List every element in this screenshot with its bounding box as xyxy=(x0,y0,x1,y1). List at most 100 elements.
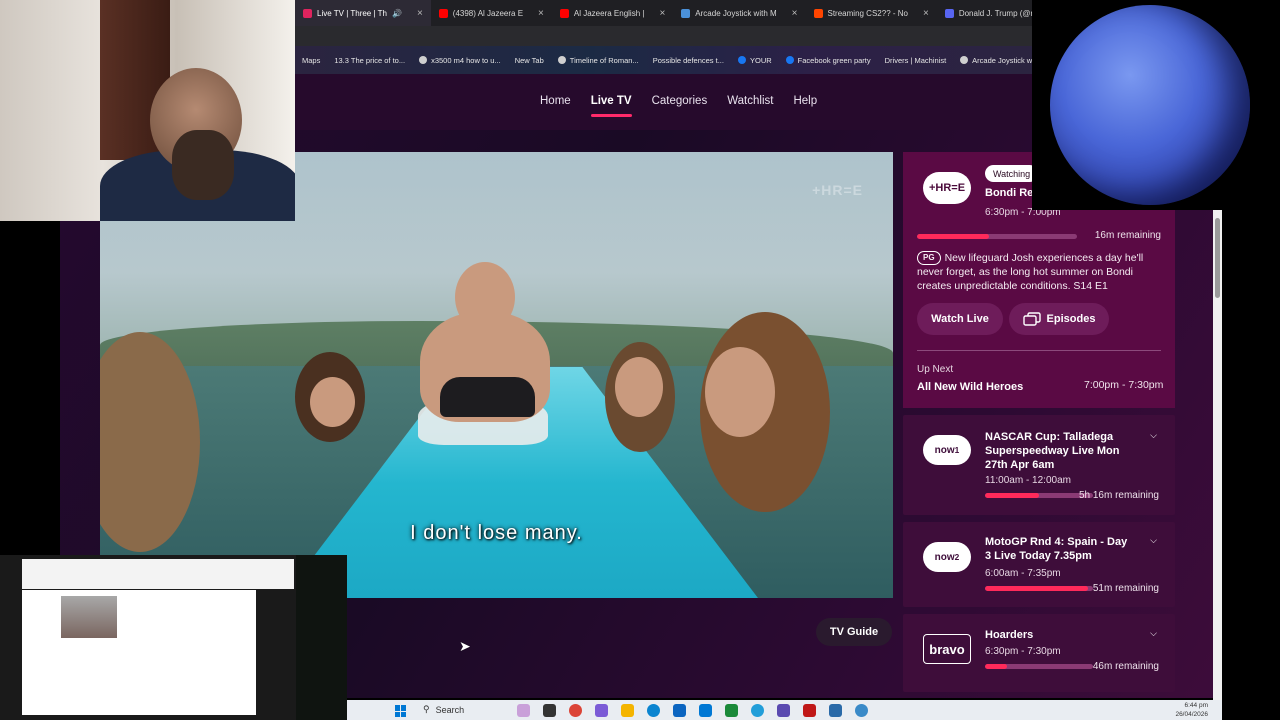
app-icon[interactable] xyxy=(777,704,790,717)
taskbar: ⚲ Search 6:44 pm 26/04/2026 xyxy=(347,700,1222,720)
browser-tab[interactable]: Streaming CS2?? - No × xyxy=(806,0,937,26)
bookmarks-bar: Maps 13.3 The price of to... x3500 m4 ho… xyxy=(295,46,1032,74)
close-tab-icon[interactable]: × xyxy=(923,8,929,19)
tab-favicon-icon xyxy=(303,8,312,18)
tab-favicon-icon xyxy=(944,8,954,18)
channel-progress xyxy=(985,586,1093,591)
nav-help[interactable]: Help xyxy=(793,95,817,107)
channel-watermark: +HR=E xyxy=(812,182,863,198)
app-icon[interactable] xyxy=(829,704,842,717)
bookmark[interactable]: Timeline of Roman... xyxy=(551,56,646,65)
episodes-icon xyxy=(1022,312,1041,326)
bookmark[interactable]: YOUR xyxy=(731,56,779,65)
nav-home[interactable]: Home xyxy=(540,95,571,107)
page-scrollbar[interactable] xyxy=(1213,210,1222,700)
description-text: New lifeguard Josh experiences a day he'… xyxy=(917,252,1144,292)
tab-label: (4398) Al Jazeera E xyxy=(452,8,524,18)
chevron-down-icon[interactable]: ⌵ xyxy=(1150,628,1157,639)
channel-card[interactable]: now 1 NASCAR Cup: Talladega Superspeedway… xyxy=(903,415,1175,515)
up-next-time: 7:00pm - 7:30pm xyxy=(1084,379,1164,391)
address-bar[interactable] xyxy=(295,26,1032,46)
file-explorer-icon[interactable] xyxy=(621,704,634,717)
webcam-person-beard xyxy=(172,130,234,200)
edge-icon[interactable] xyxy=(647,704,660,717)
tv-guide-button[interactable]: TV Guide xyxy=(816,618,892,646)
app-icon[interactable] xyxy=(855,704,868,717)
watch-live-button[interactable]: Watch Live xyxy=(917,303,1003,335)
bookmark-label: Arcade Joystick w... xyxy=(972,55,1032,65)
now-sport-logo: now 2 xyxy=(923,542,971,572)
nav-live-tv[interactable]: Live TV xyxy=(590,95,632,117)
channel-card[interactable]: now 2 MotoGP Rnd 4: Spain - Day 3 Live To… xyxy=(903,522,1175,607)
bookmark-icon xyxy=(419,56,428,64)
app-icon[interactable] xyxy=(803,704,816,717)
neptune-image xyxy=(1050,5,1250,205)
close-tab-icon[interactable]: × xyxy=(538,8,544,19)
bookmark[interactable]: Facebook green party xyxy=(779,56,878,65)
episodes-button[interactable]: Episodes xyxy=(1009,303,1109,335)
browser-tab[interactable]: Arcade Joystick with M × xyxy=(673,0,805,26)
app-icon[interactable] xyxy=(517,704,530,717)
taskbar-clock[interactable]: 6:44 pm 26/04/2026 xyxy=(1175,701,1208,719)
bookmark[interactable]: Possible defences t... xyxy=(646,56,731,65)
close-tab-icon[interactable]: × xyxy=(417,8,423,19)
chevron-down-icon[interactable]: ⌵ xyxy=(1150,535,1157,546)
tab-label: Al Jazeera English | xyxy=(573,8,645,18)
bookmark-label: Facebook green party xyxy=(797,55,871,65)
taskbar-search-label: Search xyxy=(435,704,465,715)
browser-tab[interactable]: Al Jazeera English | × xyxy=(552,0,673,26)
bookmark[interactable]: x3500 m4 how to u... xyxy=(412,56,508,65)
up-next-label: Up Next xyxy=(917,364,954,375)
chrome-icon[interactable] xyxy=(569,704,582,717)
browser-tab[interactable]: Live TV | Three | Th 🔊 × xyxy=(295,0,431,26)
bookmark[interactable]: Maps xyxy=(295,56,327,65)
browser-tab[interactable]: Donald J. Trump (@rea× xyxy=(937,0,1032,26)
chevron-down-icon[interactable]: ⌵ xyxy=(1150,430,1157,441)
tab-label: Arcade Joystick with M xyxy=(695,8,777,18)
windows-start-icon[interactable] xyxy=(395,705,407,717)
main-nav: Home Live TV Categories Watchlist Help xyxy=(540,95,817,117)
bookmark[interactable]: 13.3 The price of to... xyxy=(327,56,412,65)
logo-text: now xyxy=(934,444,955,456)
scrollbar-thumb[interactable] xyxy=(1215,218,1220,298)
tab-favicon-icon xyxy=(681,8,691,18)
logo-number: 1 xyxy=(954,445,960,455)
bookmark[interactable]: New Tab xyxy=(508,56,551,65)
mail-icon[interactable] xyxy=(673,704,686,717)
channel-progress xyxy=(985,493,1093,498)
paint-canvas xyxy=(22,590,256,715)
channel-program-time: 6:30pm - 7:30pm xyxy=(985,646,1061,657)
close-tab-icon[interactable]: × xyxy=(659,8,665,19)
girl-right-face xyxy=(705,347,775,437)
store-icon[interactable] xyxy=(699,704,712,717)
bookmark-label: YOUR xyxy=(749,55,772,65)
telegram-icon[interactable] xyxy=(751,704,764,717)
three-channel-logo: +HR=E xyxy=(923,172,971,204)
channel-program-time: 6:00am - 7:35pm xyxy=(985,568,1061,579)
app-icon[interactable] xyxy=(725,704,738,717)
browser-tab[interactable]: (4398) Al Jazeera E × xyxy=(431,0,552,26)
search-icon: ⚲ xyxy=(423,704,430,714)
now-playing-remaining: 16m remaining xyxy=(1094,230,1161,241)
app-icon[interactable] xyxy=(595,704,608,717)
bookmark[interactable]: Arcade Joystick w... xyxy=(953,56,1032,65)
paint-ribbon xyxy=(22,559,294,589)
tab-label: Live TV | Three | Th xyxy=(317,8,387,18)
watching-badge: Watching xyxy=(985,165,1039,182)
logo-text: now xyxy=(934,551,955,563)
app-icon[interactable] xyxy=(543,704,556,717)
taskbar-search[interactable]: ⚲ Search xyxy=(423,704,464,715)
channel-card[interactable]: bravo Hoarders 6:30pm - 7:30pm 46m remai… xyxy=(903,614,1175,692)
wikipedia-icon xyxy=(557,56,566,64)
chat-overlay xyxy=(296,555,347,720)
girl-center-face xyxy=(615,357,663,417)
nav-watchlist[interactable]: Watchlist xyxy=(727,95,773,107)
bookmark-label: New Tab xyxy=(514,55,544,65)
nav-categories[interactable]: Categories xyxy=(652,95,708,107)
close-tab-icon[interactable]: × xyxy=(792,8,798,19)
reddit-icon xyxy=(813,8,823,18)
bookmark[interactable]: Drivers | Machinist xyxy=(878,56,954,65)
mouse-cursor-icon: ➤ xyxy=(459,638,471,654)
girl-left-face xyxy=(310,377,355,427)
speaker-icon[interactable]: 🔊 xyxy=(392,9,402,18)
